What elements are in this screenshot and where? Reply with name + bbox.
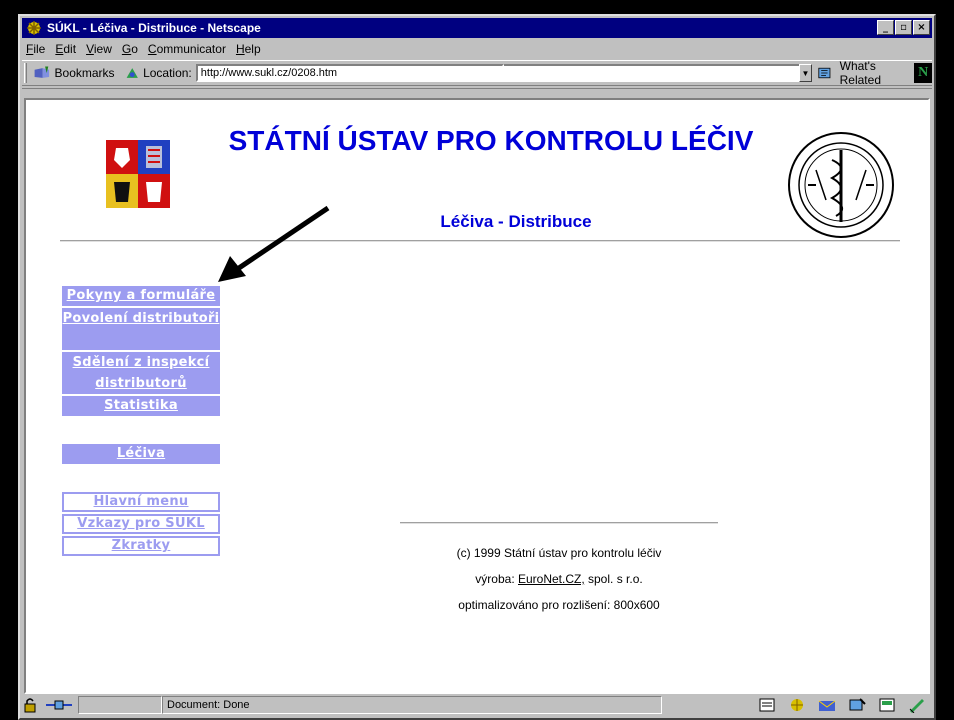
maximize-button[interactable]: ▫ — [895, 20, 912, 35]
menu-bar: File Edit View Go Communicator Help — [22, 40, 932, 58]
menu-file[interactable]: File — [22, 42, 51, 56]
minimize-button[interactable]: _ — [877, 20, 894, 35]
menu-go[interactable]: Go — [118, 42, 144, 56]
nav-vzkazy-pro-sukl[interactable]: Vzkazy pro SÚKL — [62, 514, 220, 534]
url-field[interactable]: http://www.sukl.cz/0208.htm — [195, 64, 504, 82]
bookmarks-button[interactable]: Bookmarks — [55, 66, 115, 80]
nav-zkratky[interactable]: Zkratky — [62, 536, 220, 556]
footer-divider — [400, 522, 718, 524]
page-title: STÁTNÍ ÚSTAV PRO KONTROLU LÉČIV — [228, 125, 754, 156]
window-title: SÚKL - Léčiva - Distribuce - Netscape — [47, 21, 261, 35]
security-lock-icon[interactable] — [22, 697, 40, 713]
netscape-app-icon — [27, 21, 41, 35]
page-subtitle: Léčiva - Distribuce — [440, 212, 592, 231]
location-label: Location: — [143, 66, 192, 80]
nav-povoleni-distributori[interactable]: Povolení distributoři — [62, 308, 220, 350]
component-bar-discussion-icon[interactable] — [818, 697, 836, 713]
component-bar-navigator-icon[interactable] — [758, 697, 776, 713]
header-divider — [60, 240, 900, 242]
nav-statistika[interactable]: Statistika — [62, 396, 220, 416]
component-bar-edit-icon[interactable] — [908, 697, 926, 713]
nav-sdeleni-z-inspekci[interactable]: Sdělení z inspekcí distributorů — [62, 352, 220, 394]
pointer-arrow-icon — [218, 205, 330, 282]
euronet-link[interactable]: EuroNet.CZ, — [518, 572, 585, 586]
nav-pokyny-a-formulare[interactable]: Pokyny a formuláře — [62, 286, 220, 306]
connection-status-icon — [46, 700, 72, 710]
status-bar: Document: Done — [22, 694, 932, 716]
close-button[interactable]: × — [913, 20, 930, 35]
footer-made-by: výroba: EuroNet.CZ, spol. s r.o. — [386, 572, 732, 586]
related-icon — [818, 67, 831, 79]
progress-cell — [78, 696, 162, 714]
component-bar-page-icon[interactable] — [878, 697, 896, 713]
coat-of-arms-icon — [106, 140, 170, 208]
menu-edit[interactable]: Edit — [51, 42, 82, 56]
bookmarks-icon[interactable] — [33, 65, 51, 81]
menu-communicator[interactable]: Communicator — [144, 42, 232, 56]
netscape-logo-icon[interactable]: N — [914, 63, 932, 83]
asklepios-seal-icon — [788, 132, 894, 238]
title-bar[interactable]: SÚKL - Léčiva - Distribuce - Netscape _ … — [22, 18, 932, 38]
footer-made-by-prefix: výroba: — [475, 572, 518, 586]
whats-related-label: What's Related — [839, 59, 881, 87]
page-content: STÁTNÍ ÚSTAV PRO KONTROLU LÉČIV Léčiva -… — [24, 98, 930, 694]
menu-view[interactable]: View — [82, 42, 118, 56]
component-bar-composer-icon[interactable] — [848, 697, 866, 713]
component-bar-mail-icon[interactable] — [788, 697, 806, 713]
location-icon[interactable] — [125, 65, 140, 81]
nav-leciva[interactable]: Léčiva — [62, 444, 220, 464]
nav-hlavni-menu[interactable]: Hlavní menu — [62, 492, 220, 512]
url-dropdown-button[interactable]: ▼ — [798, 64, 813, 82]
menu-help[interactable]: Help — [232, 42, 267, 56]
personal-toolbar-strip[interactable] — [22, 88, 932, 96]
footer-copyright: (c) 1999 Státní ústav pro kontrolu léčiv — [456, 546, 662, 560]
location-toolbar: Bookmarks Location: http://www.sukl.cz/0… — [22, 59, 932, 87]
browser-window: SÚKL - Léčiva - Distribuce - Netscape _ … — [18, 14, 936, 720]
footer-optimized: optimalizováno pro rozlišení: 800x600 — [458, 598, 660, 612]
status-text: Document: Done — [162, 696, 662, 714]
footer-made-by-suffix: spol. s r.o. — [584, 572, 643, 586]
url-field-extent[interactable] — [503, 64, 799, 82]
toolbar-grip[interactable] — [24, 63, 27, 83]
whats-related-button[interactable]: What's Related — [818, 59, 904, 87]
